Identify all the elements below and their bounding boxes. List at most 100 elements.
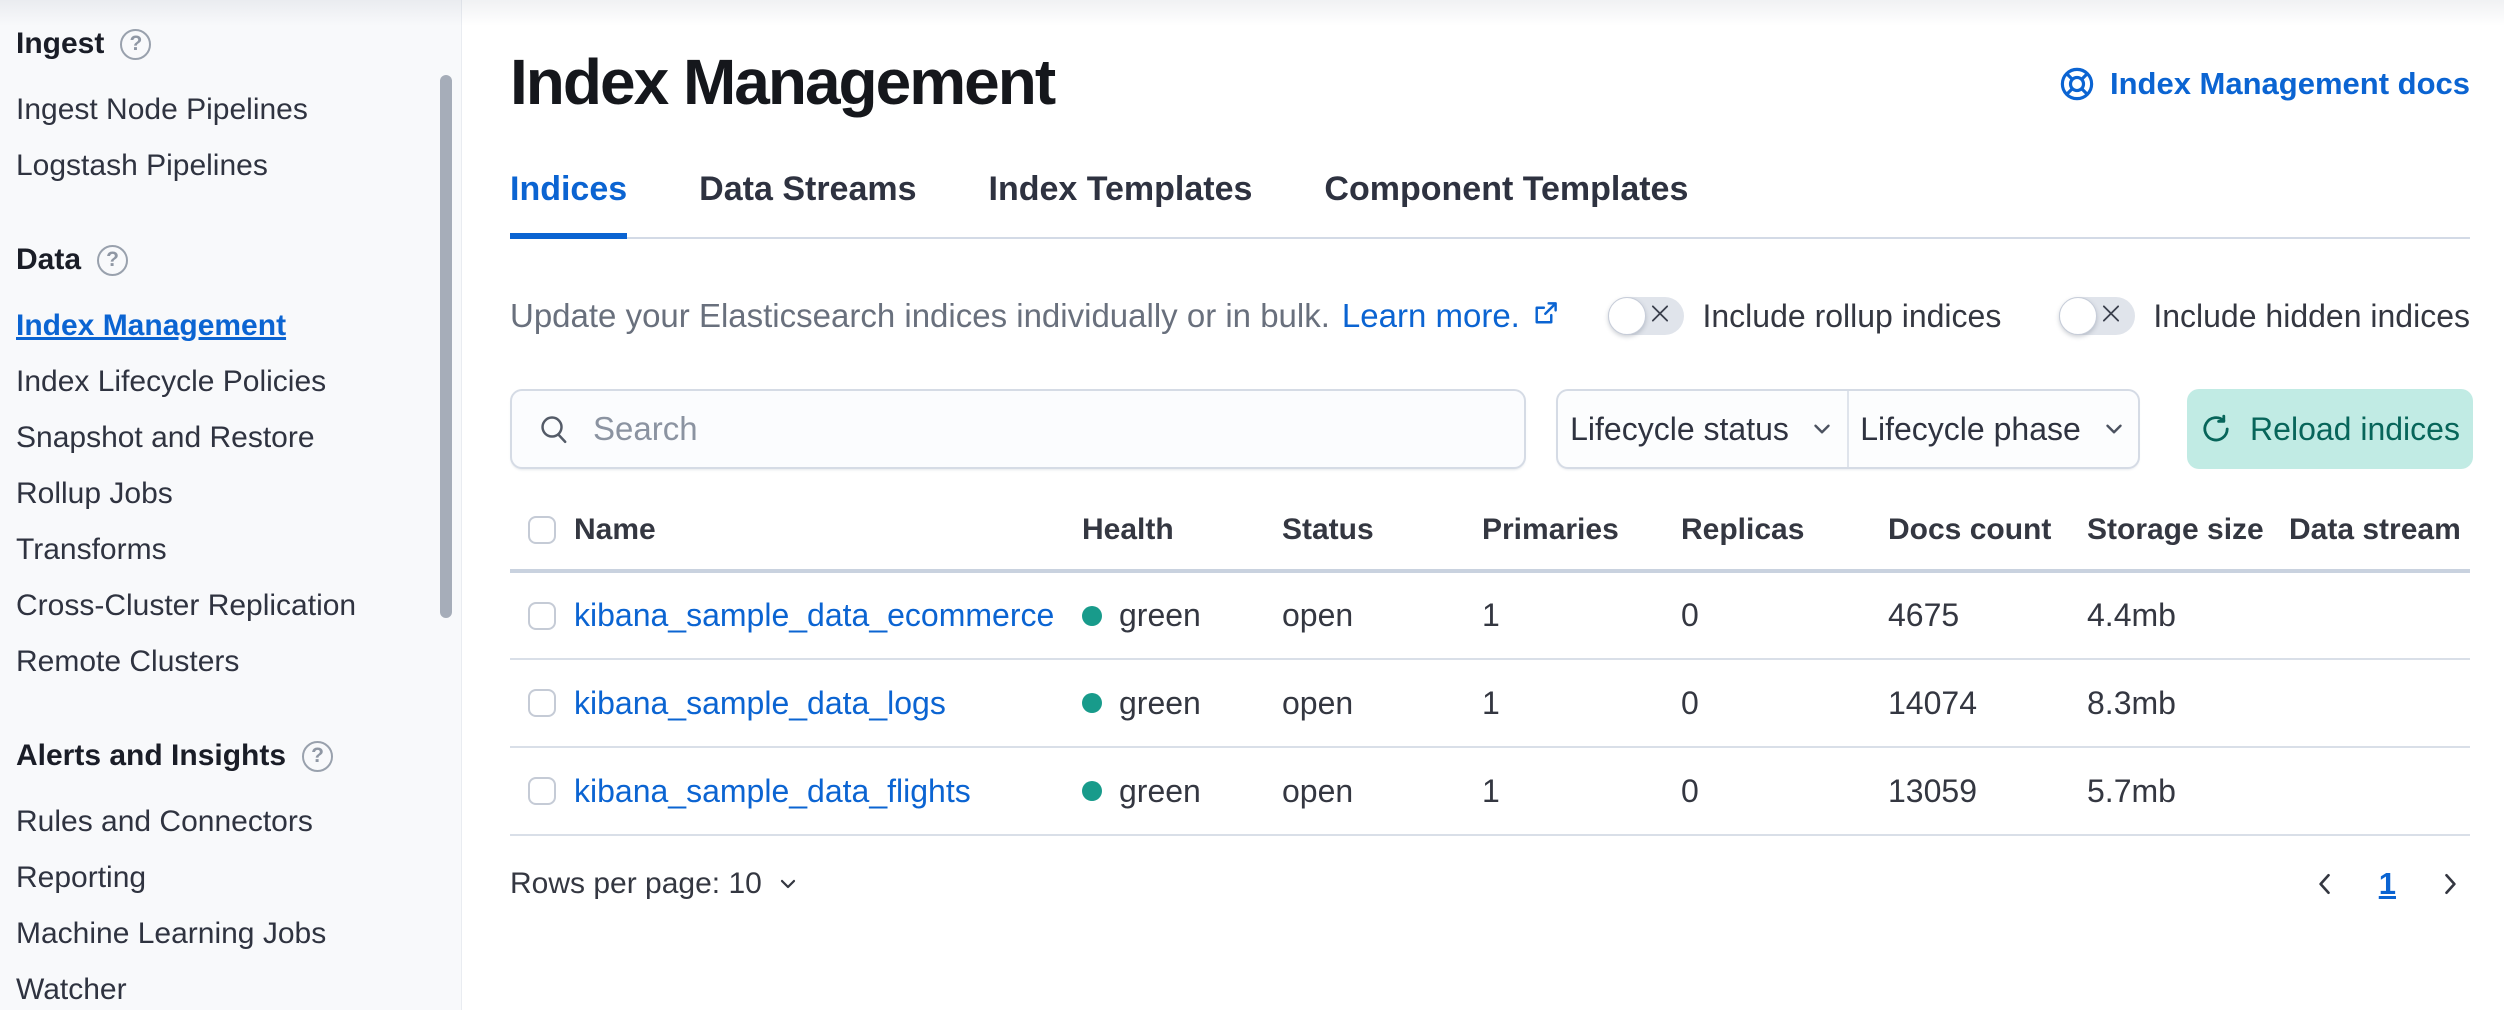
description-text: Update your Elasticsearch indices indivi… — [510, 297, 1330, 335]
status-cell: open — [1282, 659, 1482, 747]
sidebar-item-label: Cross-Cluster Replication — [16, 589, 356, 623]
toggle-include-rollup[interactable]: Include rollup indices — [1608, 297, 2001, 335]
sidebar-item-transforms[interactable]: Transforms — [16, 522, 433, 578]
page-header: Index Management Index Management docs — [510, 0, 2470, 118]
sidebar-item-watcher[interactable]: Watcher — [16, 962, 433, 1010]
chevron-down-icon — [776, 872, 800, 896]
refresh-icon — [2200, 413, 2232, 445]
row-checkbox[interactable] — [528, 777, 556, 805]
main-content: Index Management Index Management docs I… — [462, 0, 2504, 1010]
row-checkbox[interactable] — [528, 689, 556, 717]
sidebar-item-ingest-node-pipelines[interactable]: Ingest Node Pipelines — [16, 82, 433, 138]
reload-indices-label: Reload indices — [2250, 411, 2460, 448]
page-title: Index Management — [510, 46, 1054, 118]
rollup-switch[interactable] — [1608, 297, 1684, 335]
column-header-status: Status — [1282, 499, 1482, 571]
sidebar-item-logstash-pipelines[interactable]: Logstash Pipelines — [16, 138, 433, 194]
select-all-header-cell — [510, 499, 574, 571]
sidebar-section-alerts-and-insights: Alerts and Insights?Rules and Connectors… — [16, 728, 433, 1010]
index-name-link[interactable]: kibana_sample_data_logs — [574, 685, 946, 721]
docs-link[interactable]: Index Management docs — [2059, 66, 2470, 102]
index-management-page: Ingest? Ingest Node Pipelines Logstash Pip… — [0, 0, 2504, 1010]
tab-indices[interactable]: Indices — [510, 170, 627, 237]
column-header-replicas: Replicas — [1681, 499, 1888, 571]
next-page-button[interactable] — [2432, 866, 2468, 902]
row-checkbox[interactable] — [528, 602, 556, 630]
table-row: kibana_sample_data_ecommercegreenopen104… — [510, 571, 2470, 659]
storage-size-cell: 8.3mb — [2087, 659, 2289, 747]
rows-per-page-selector[interactable]: Rows per page: 10 — [510, 867, 800, 901]
switch-off-x-icon — [1647, 301, 1673, 332]
hidden-switch[interactable] — [2059, 297, 2135, 335]
docs-count-cell: 13059 — [1888, 747, 2087, 835]
page-number-1[interactable]: 1 — [2373, 866, 2402, 902]
toggle-label: Include hidden indices — [2153, 298, 2470, 335]
sidebar-item-rollup-jobs[interactable]: Rollup Jobs — [16, 466, 433, 522]
filter-lifecycle-phase[interactable]: Lifecycle phase — [1847, 391, 2138, 467]
health-label: green — [1119, 773, 1201, 810]
name-cell: kibana_sample_data_flights — [574, 747, 1082, 835]
primaries-cell: 1 — [1482, 571, 1681, 659]
health-status: green — [1082, 597, 1282, 634]
table-row: kibana_sample_data_logsgreenopen10140748… — [510, 659, 2470, 747]
sidebar-item-label: Machine Learning Jobs — [16, 917, 326, 951]
search-box[interactable] — [510, 389, 1526, 469]
tab-index-templates[interactable]: Index Templates — [989, 170, 1253, 237]
tab-component-templates[interactable]: Component Templates — [1324, 170, 1688, 237]
health-cell-wrap: green — [1082, 659, 1282, 747]
sidebar-item-label: Ingest Node Pipelines — [16, 93, 308, 127]
sidebar-item-cross-cluster-replication[interactable]: Cross-Cluster Replication — [16, 578, 433, 634]
index-name-link[interactable]: kibana_sample_data_ecommerce — [574, 597, 1054, 633]
tab-data-streams[interactable]: Data Streams — [699, 170, 916, 237]
sidebar-item-rules-and-connectors[interactable]: Rules and Connectors — [16, 794, 433, 850]
switch-knob — [2059, 297, 2097, 335]
sidebar-item-index-management[interactable]: Index Management — [16, 298, 433, 354]
sidebar-item-label: Snapshot and Restore — [16, 421, 315, 455]
sidebar-scrollbar[interactable] — [440, 75, 452, 618]
sidebar-item-machine-learning-jobs[interactable]: Machine Learning Jobs — [16, 906, 433, 962]
learn-more-link[interactable]: Learn more. — [1342, 297, 1560, 335]
sidebar-item-label: Transforms — [16, 533, 167, 567]
sidebar-section-data: Data?Index ManagementIndex Lifecycle Pol… — [16, 232, 433, 690]
select-all-checkbox[interactable] — [528, 516, 556, 544]
index-name-link[interactable]: kibana_sample_data_flights — [574, 773, 971, 809]
sidebar-item-label: Index Management — [16, 309, 286, 343]
filter-label: Lifecycle status — [1570, 411, 1789, 448]
previous-page-button[interactable] — [2307, 866, 2343, 902]
external-link-icon — [1532, 297, 1560, 335]
sidebar-item-index-lifecycle-policies[interactable]: Index Lifecycle Policies — [16, 354, 433, 410]
sidebar-item-reporting[interactable]: Reporting — [16, 850, 433, 906]
name-cell: kibana_sample_data_logs — [574, 659, 1082, 747]
storage-size-cell: 4.4mb — [2087, 571, 2289, 659]
help-icon: ? — [97, 245, 128, 276]
table-row: kibana_sample_data_flightsgreenopen10130… — [510, 747, 2470, 835]
search-input[interactable] — [591, 409, 1498, 449]
primaries-cell: 1 — [1482, 747, 1681, 835]
sidebar-item-label: Index Lifecycle Policies — [16, 365, 326, 399]
toggle-label: Include rollup indices — [1702, 298, 2001, 335]
sidebar: Ingest? Ingest Node Pipelines Logstash Pip… — [0, 0, 462, 1010]
table-footer: Rows per page: 10 1 — [510, 866, 2470, 902]
data-stream-cell — [2289, 747, 2470, 835]
sidebar-item-snapshot-and-restore[interactable]: Snapshot and Restore — [16, 410, 433, 466]
toggle-include-hidden[interactable]: Include hidden indices — [2059, 297, 2470, 335]
health-cell-wrap: green — [1082, 747, 1282, 835]
primaries-cell: 1 — [1482, 659, 1681, 747]
sidebar-item-remote-clusters[interactable]: Remote Clusters — [16, 634, 433, 690]
rows-per-page-label: Rows per page: 10 — [510, 867, 762, 901]
reload-indices-button[interactable]: Reload indices — [2187, 389, 2473, 469]
sidebar-item-label: Remote Clusters — [16, 645, 239, 679]
filter-lifecycle-status[interactable]: Lifecycle status — [1558, 391, 1847, 467]
health-status: green — [1082, 685, 1282, 722]
health-dot — [1082, 781, 1102, 801]
filter-label: Lifecycle phase — [1860, 411, 2081, 448]
toggle-row: Include rollup indices Include hidden in… — [1608, 297, 2470, 335]
row-checkbox-cell — [510, 571, 574, 659]
sidebar-item-label: Reporting — [16, 861, 146, 895]
sidebar-sections: Ingest? Ingest Node Pipelines Logstash Pip… — [16, 16, 433, 1010]
status-cell: open — [1282, 571, 1482, 659]
sidebar-item-label: Rules and Connectors — [16, 805, 313, 839]
sidebar-heading-label: Ingest — [16, 27, 104, 61]
docs-count-cell: 14074 — [1888, 659, 2087, 747]
health-cell-wrap: green — [1082, 571, 1282, 659]
